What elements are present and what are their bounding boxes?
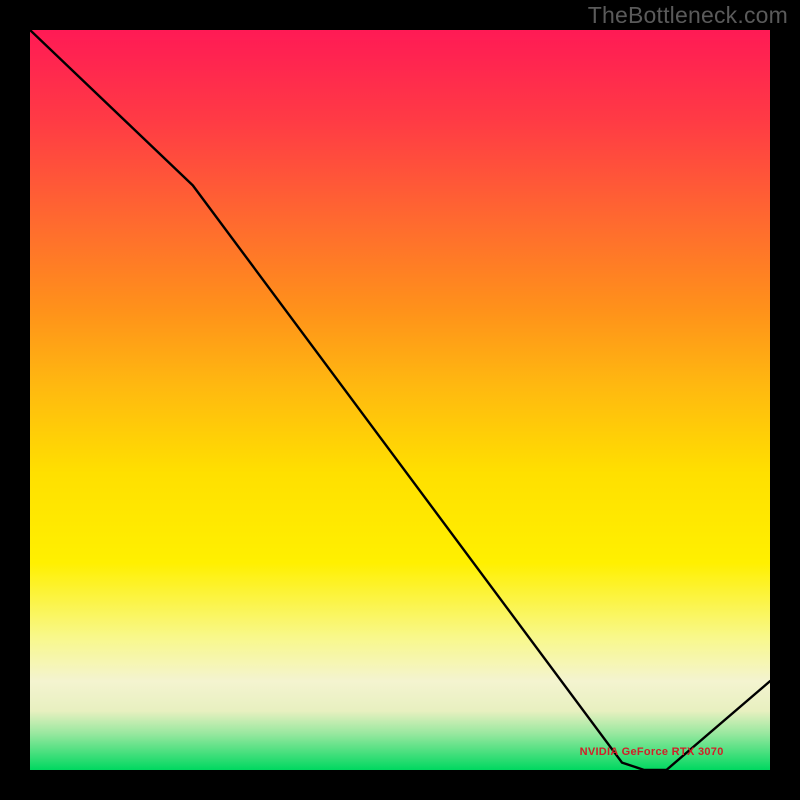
chart-svg	[30, 30, 770, 770]
plot-area: NVIDIA GeForce RTX 3070	[30, 30, 770, 770]
watermark-text: TheBottleneck.com	[588, 2, 788, 29]
valley-label: NVIDIA GeForce RTX 3070	[580, 746, 724, 758]
bottleneck-curve	[30, 30, 770, 770]
